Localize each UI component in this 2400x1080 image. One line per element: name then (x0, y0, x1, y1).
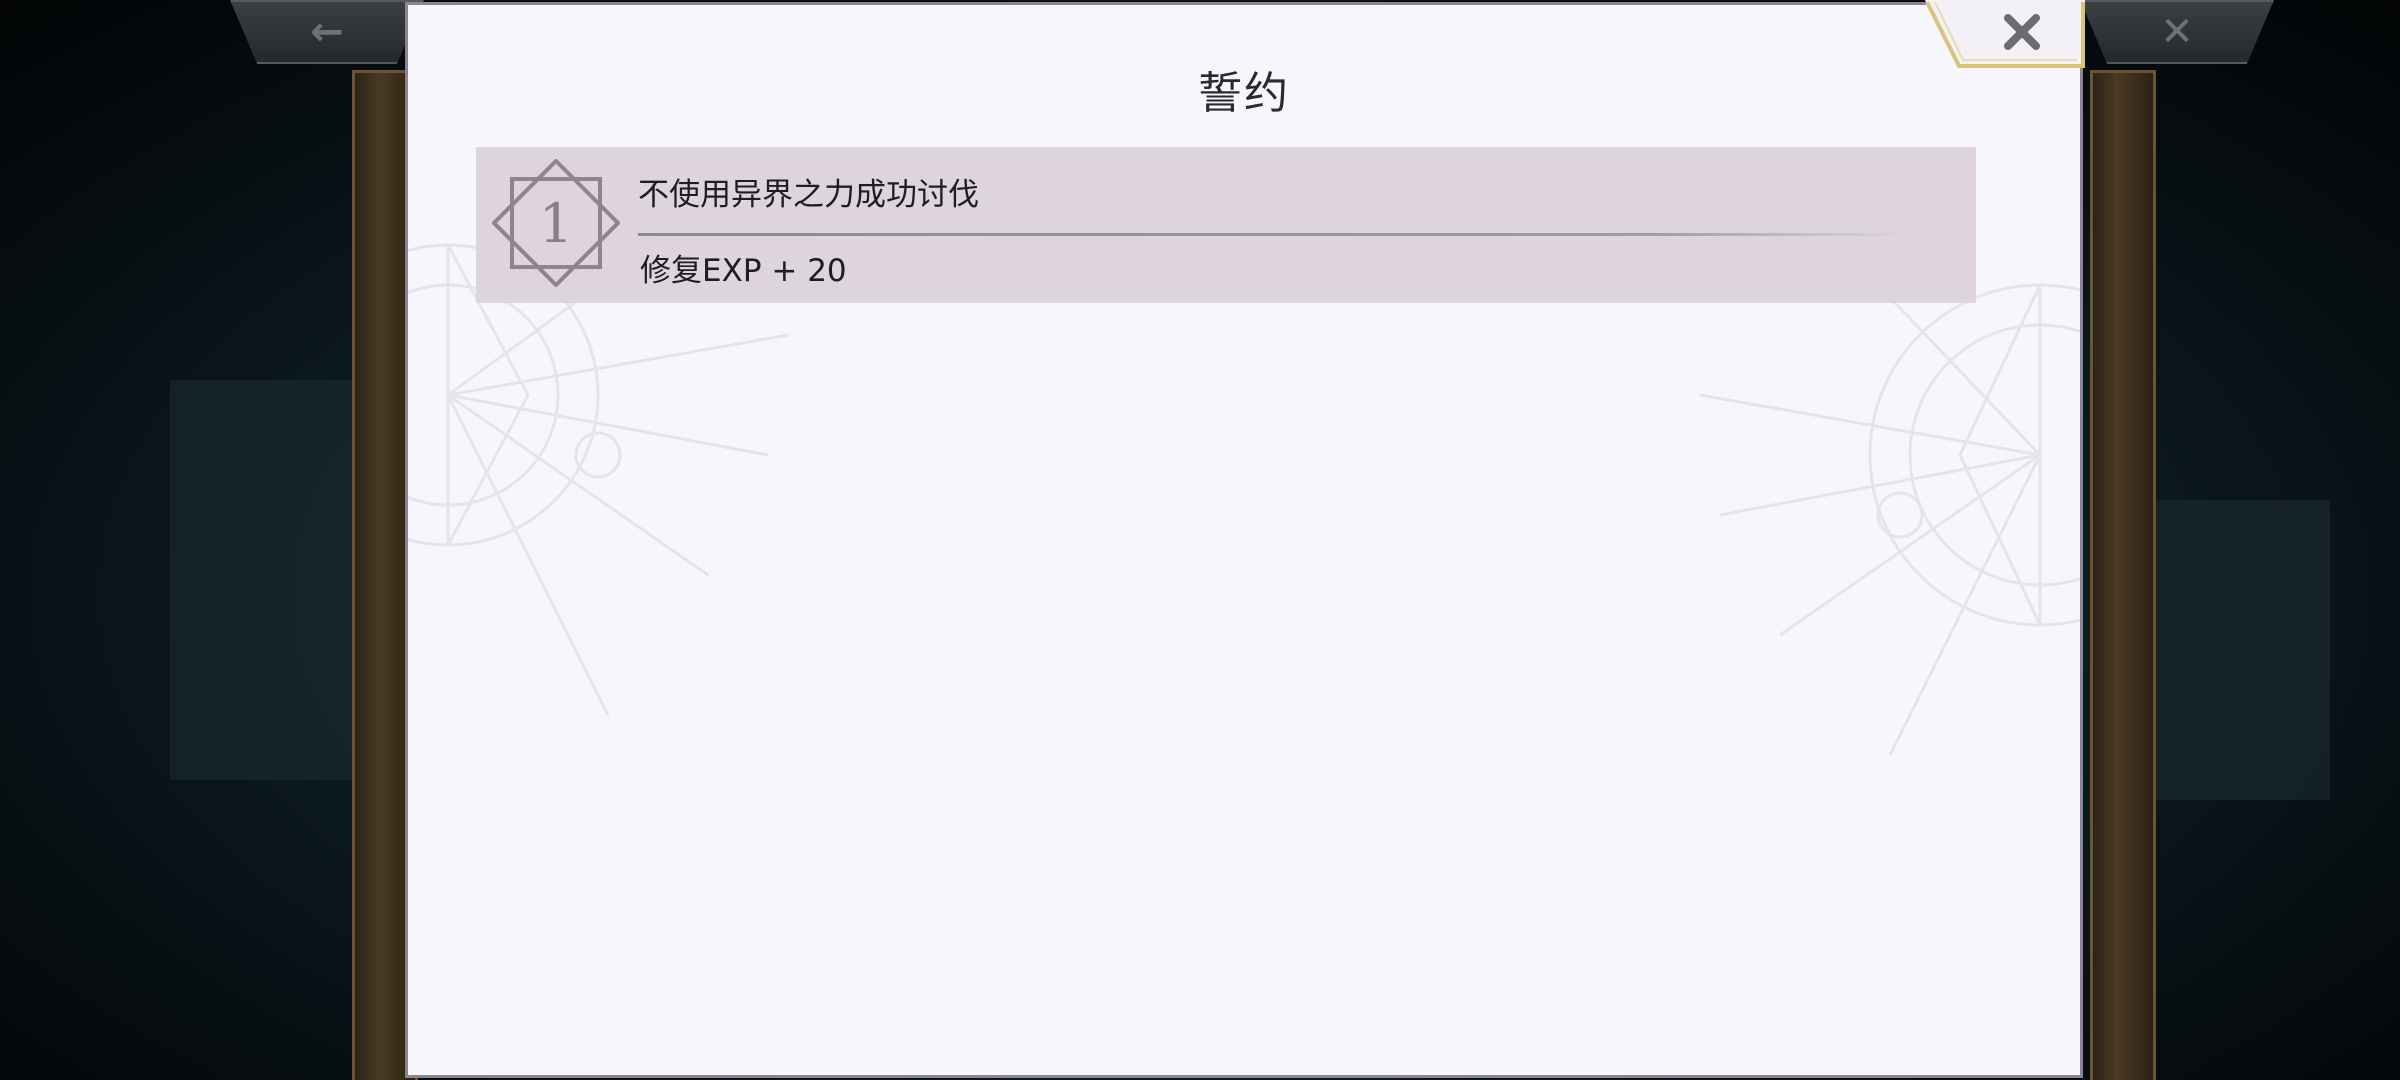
oath-reward: 修复EXP + 20 (640, 253, 847, 289)
back-arrow-icon: ← (310, 9, 344, 55)
background-close-button: ✕ (2080, 0, 2274, 64)
background-scenery (170, 380, 370, 780)
background-frame-right (2090, 70, 2156, 1080)
background-back-button: ← (230, 0, 424, 64)
background-scenery (2130, 500, 2330, 800)
oath-number: 1 (538, 191, 574, 255)
oath-condition: 不使用异界之力成功讨伐 (638, 177, 979, 213)
dialog-title: 誓约 (1198, 68, 1290, 119)
close-icon: ✕ (2160, 9, 2194, 55)
close-icon[interactable] (2000, 10, 2044, 54)
oath-item: 1 不使用异界之力成功讨伐 修复EXP + 20 (476, 147, 1976, 303)
oath-divider (638, 233, 1908, 236)
